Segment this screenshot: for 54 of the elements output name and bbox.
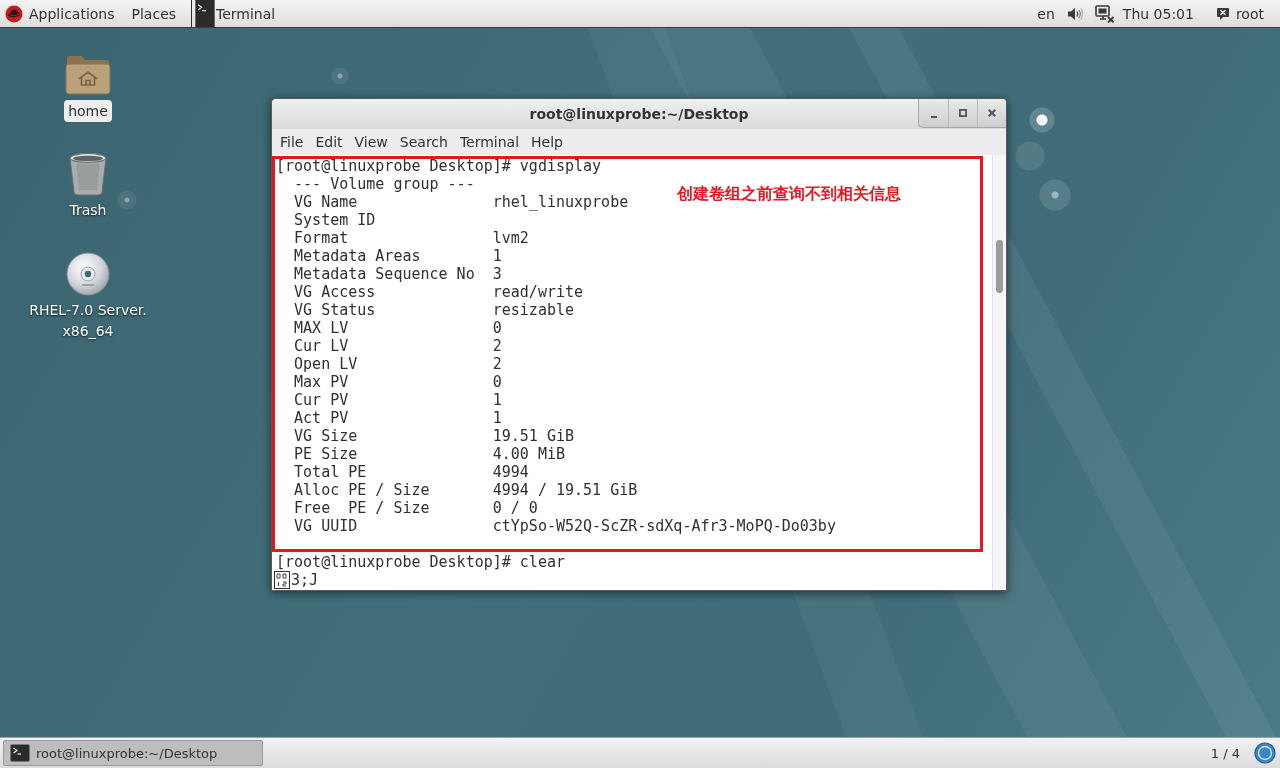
volume-icon[interactable] xyxy=(1066,6,1083,21)
annotation-note: 创建卷组之前查询不到相关信息 xyxy=(677,184,901,205)
terminal-line: Open LV 2 xyxy=(293,355,502,373)
maximize-icon xyxy=(959,109,967,117)
terminal-line: PE Size 4.00 MiB xyxy=(293,445,565,463)
menu-item[interactable]: Help xyxy=(525,132,569,152)
scrollbar-thumb[interactable] xyxy=(996,240,1003,293)
terminal-line: [root@linuxprobe Desktop]# vgdisplay xyxy=(275,157,602,175)
minimize-icon xyxy=(930,115,937,118)
places-menu[interactable]: Places xyxy=(122,0,186,27)
menu-item[interactable]: Edit xyxy=(309,132,349,152)
hat-logo-icon xyxy=(5,4,23,23)
menu-item[interactable]: Search xyxy=(393,132,454,152)
terminal-line: Cur PV 1 xyxy=(293,391,502,409)
close-icon xyxy=(988,109,996,117)
terminal-line: VG Name rhel_linuxprobe xyxy=(293,193,629,211)
menu-item[interactable]: Terminal xyxy=(453,132,526,152)
terminal-line: VG Size 19.51 GiB xyxy=(293,427,574,445)
terminal-line: MAX LV 0 xyxy=(293,319,502,337)
workspace-indicator[interactable]: 1 / 4 xyxy=(1204,741,1246,765)
terminal-line: Free PE / Size 0 / 0 xyxy=(293,499,538,517)
terminal-line: Alloc PE / Size 4994 / 19.51 GiB xyxy=(293,481,638,499)
terminal-line: [root@linuxprobe Desktop]# clear xyxy=(275,553,565,571)
terminal-line: VG Access read/write xyxy=(293,283,584,301)
terminal-line: --- Volume group --- xyxy=(293,175,475,193)
keyboard-layout-indicator[interactable]: en xyxy=(1031,0,1061,27)
terminal-line: Metadata Sequence No 3 xyxy=(293,265,502,283)
menu-item[interactable]: View xyxy=(348,132,394,152)
network-offline-icon[interactable] xyxy=(1094,4,1115,23)
terminal-line: Max PV 0 xyxy=(293,373,502,391)
menu-item[interactable]: File xyxy=(274,132,310,152)
terminal-line: Format lvm2 xyxy=(293,229,529,247)
desktop-icon-label[interactable]: RHEL-7.0 Server. x86_64 xyxy=(14,300,162,342)
terminal-line: VG UUID ctYpSo-W52Q-ScZR-sdXq-Afr3-MoPQ-Do03by xyxy=(293,517,836,535)
status-bubble-icon xyxy=(1215,6,1230,21)
terminal-line: Cur LV 2 xyxy=(293,337,502,355)
taskbar-window-button[interactable]: root@linuxprobe:~/Desktop xyxy=(3,740,263,766)
app-menu[interactable]: Terminal xyxy=(191,0,285,27)
user-menu[interactable]: root xyxy=(1215,0,1264,27)
notification-icon[interactable] xyxy=(1254,742,1276,764)
terminal-line: Total PE 4994 xyxy=(293,463,529,481)
terminal-line: 3;J xyxy=(291,571,319,589)
terminal-icon xyxy=(10,744,30,762)
window-title: root@linuxprobe:~/Desktop xyxy=(529,106,749,122)
terminal-line: VG Status resizable xyxy=(293,301,574,319)
disc-icon[interactable] xyxy=(65,252,111,296)
clock[interactable]: Thu 05:01 xyxy=(1116,0,1216,27)
desktop-icon-label[interactable]: home xyxy=(64,100,112,122)
desktop-icon-label[interactable]: Trash xyxy=(65,200,111,221)
terminal-line: Metadata Areas 1 xyxy=(293,247,502,265)
terminal-icon xyxy=(195,0,216,27)
terminal-line: System ID xyxy=(293,211,376,229)
applications-menu[interactable]: Applications xyxy=(0,0,123,27)
terminal-line: Act PV 1 xyxy=(293,409,502,427)
